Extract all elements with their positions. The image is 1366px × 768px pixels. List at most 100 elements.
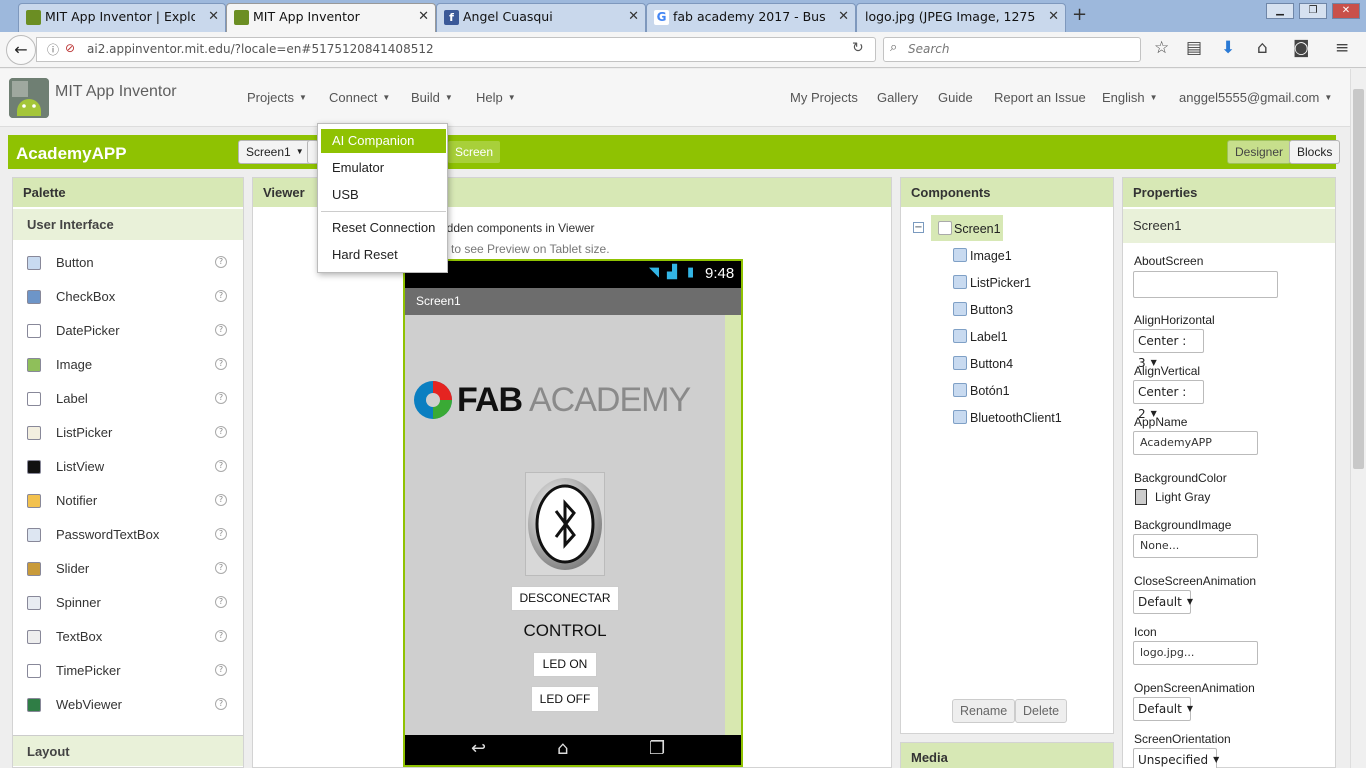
menu-item-reset-connection[interactable]: Reset Connection: [321, 216, 446, 240]
hamburger-menu-icon[interactable]: ≡: [1335, 38, 1349, 58]
palette-item-passwordtextbox[interactable]: PasswordTextBox?: [13, 517, 227, 551]
browser-tab[interactable]: f Angel Cuasqui ✕: [436, 3, 646, 32]
app-inventor-logo-icon[interactable]: [9, 78, 49, 118]
reload-icon[interactable]: ↻: [852, 40, 864, 56]
component-item[interactable]: Botón1: [951, 381, 1101, 403]
help-icon[interactable]: ?: [215, 426, 227, 438]
help-icon[interactable]: ?: [215, 630, 227, 642]
palette-section-layout[interactable]: Layout: [13, 735, 243, 766]
page-scrollbar[interactable]: [1350, 69, 1366, 768]
app-title[interactable]: MIT App Inventor: [55, 83, 177, 101]
close-tab-icon[interactable]: ✕: [1048, 4, 1059, 30]
home-icon[interactable]: ⌂: [1257, 38, 1268, 58]
menu-item-usb[interactable]: USB: [321, 183, 446, 207]
link-guide[interactable]: Guide: [938, 90, 973, 105]
component-item[interactable]: Button4: [951, 354, 1101, 376]
remove-screen-button[interactable]: Screen: [447, 140, 502, 164]
component-item[interactable]: Image1: [951, 246, 1101, 268]
align-horizontal-select[interactable]: Center : 3 ▼: [1133, 329, 1204, 370]
back-button[interactable]: ←: [6, 35, 36, 65]
help-icon[interactable]: ?: [215, 664, 227, 676]
component-screen1[interactable]: Screen1: [931, 215, 1003, 241]
help-icon[interactable]: ?: [215, 290, 227, 302]
component-item[interactable]: Button3: [951, 300, 1101, 322]
collapse-icon[interactable]: −: [913, 222, 924, 233]
help-icon[interactable]: ?: [215, 392, 227, 404]
color-swatch[interactable]: [1135, 489, 1147, 505]
close-window-icon[interactable]: ✕: [1332, 3, 1360, 19]
menu-language[interactable]: English ▼: [1102, 90, 1158, 105]
close-tab-icon[interactable]: ✕: [208, 4, 219, 30]
background-image-input[interactable]: None...: [1133, 534, 1258, 558]
help-icon[interactable]: ?: [215, 596, 227, 608]
link-gallery[interactable]: Gallery: [877, 90, 918, 105]
help-icon[interactable]: ?: [215, 698, 227, 710]
menu-help[interactable]: Help ▼: [476, 90, 516, 105]
browser-tab-active[interactable]: MIT App Inventor ✕: [226, 3, 436, 32]
url-bar[interactable]: ⓘ ⊘ ai2.appinventor.mit.edu/?locale=en#5…: [36, 37, 876, 62]
palette-item-notifier[interactable]: Notifier?: [13, 483, 227, 517]
new-tab-icon[interactable]: +: [1072, 4, 1087, 25]
pocket-icon[interactable]: ◙: [1293, 38, 1310, 58]
palette-item-checkbox[interactable]: CheckBox?: [13, 279, 227, 313]
background-color-value[interactable]: Light Gray: [1155, 490, 1210, 504]
component-item[interactable]: ListPicker1: [951, 273, 1101, 295]
screen-selector[interactable]: Screen1 ▼: [238, 140, 312, 164]
led-on-button[interactable]: LED ON: [533, 652, 597, 677]
link-report-issue[interactable]: Report an Issue: [994, 90, 1086, 105]
fab-academy-logo[interactable]: FAB ACADEMY: [413, 379, 723, 423]
download-icon[interactable]: ⬇: [1221, 38, 1235, 58]
help-icon[interactable]: ?: [215, 256, 227, 268]
help-icon[interactable]: ?: [215, 528, 227, 540]
minimize-icon[interactable]: ▁: [1266, 3, 1294, 19]
bookmark-star-icon[interactable]: ☆: [1154, 38, 1169, 58]
url-text[interactable]: ai2.appinventor.mit.edu/?locale=en#51751…: [87, 42, 434, 56]
browser-tab[interactable]: MIT App Inventor | Explore M ✕: [18, 3, 226, 32]
reading-list-icon[interactable]: ▤: [1186, 38, 1202, 58]
menu-item-ai-companion[interactable]: AI Companion: [321, 129, 446, 153]
menu-connect[interactable]: Connect ▼: [329, 90, 390, 105]
component-item[interactable]: BluetoothClient1: [951, 408, 1101, 430]
browser-tab[interactable]: G fab academy 2017 - Buscar c ✕: [646, 3, 856, 32]
align-vertical-select[interactable]: Center : 2 ▼: [1133, 380, 1204, 421]
browser-tab[interactable]: logo.jpg (JPEG Image, 1275 × 126 ✕: [856, 3, 1066, 32]
menu-item-emulator[interactable]: Emulator: [321, 156, 446, 180]
close-animation-select[interactable]: Default ▼: [1133, 590, 1193, 614]
menu-item-hard-reset[interactable]: Hard Reset: [321, 243, 446, 267]
palette-item-textbox[interactable]: TextBox?: [13, 619, 227, 653]
palette-item-slider[interactable]: Slider?: [13, 551, 227, 585]
help-icon[interactable]: ?: [215, 324, 227, 336]
menu-account[interactable]: anggel5555@gmail.com ▼: [1179, 90, 1332, 105]
led-off-button[interactable]: LED OFF: [531, 686, 599, 712]
component-item[interactable]: Label1: [951, 327, 1101, 349]
app-name-input[interactable]: AcademyAPP: [1133, 431, 1258, 455]
about-screen-textarea[interactable]: [1133, 271, 1278, 298]
blocks-button[interactable]: Blocks: [1289, 140, 1341, 164]
maximize-icon[interactable]: ❐: [1299, 3, 1327, 19]
close-tab-icon[interactable]: ✕: [838, 4, 849, 30]
delete-button[interactable]: Delete: [1015, 699, 1068, 723]
info-icon[interactable]: ⓘ: [47, 41, 59, 58]
designer-button[interactable]: Designer: [1227, 140, 1292, 164]
screen-orientation-select[interactable]: Unspecified ▼: [1133, 748, 1219, 768]
close-tab-icon[interactable]: ✕: [418, 4, 429, 30]
help-icon[interactable]: ?: [215, 562, 227, 574]
disconnect-button[interactable]: DESCONECTAR: [511, 586, 619, 611]
menu-projects[interactable]: Projects ▼: [247, 90, 307, 105]
palette-item-datepicker[interactable]: DatePicker?: [13, 313, 227, 347]
palette-section-user-interface[interactable]: User Interface: [13, 209, 243, 240]
close-tab-icon[interactable]: ✕: [628, 4, 639, 30]
palette-item-image[interactable]: Image?: [13, 347, 227, 381]
palette-item-timepicker[interactable]: TimePicker?: [13, 653, 227, 687]
rename-button[interactable]: Rename: [952, 699, 1016, 723]
palette-item-spinner[interactable]: Spinner?: [13, 585, 227, 619]
help-icon[interactable]: ?: [215, 358, 227, 370]
palette-item-webviewer[interactable]: WebViewer?: [13, 687, 227, 721]
search-input[interactable]: Search: [908, 42, 950, 56]
help-icon[interactable]: ?: [215, 494, 227, 506]
search-box[interactable]: ⌕ Search: [883, 37, 1141, 62]
open-animation-select[interactable]: Default ▼: [1133, 697, 1193, 721]
palette-item-button[interactable]: Button?: [13, 245, 227, 279]
palette-item-listpicker[interactable]: ListPicker?: [13, 415, 227, 449]
palette-item-label[interactable]: Label?: [13, 381, 227, 415]
